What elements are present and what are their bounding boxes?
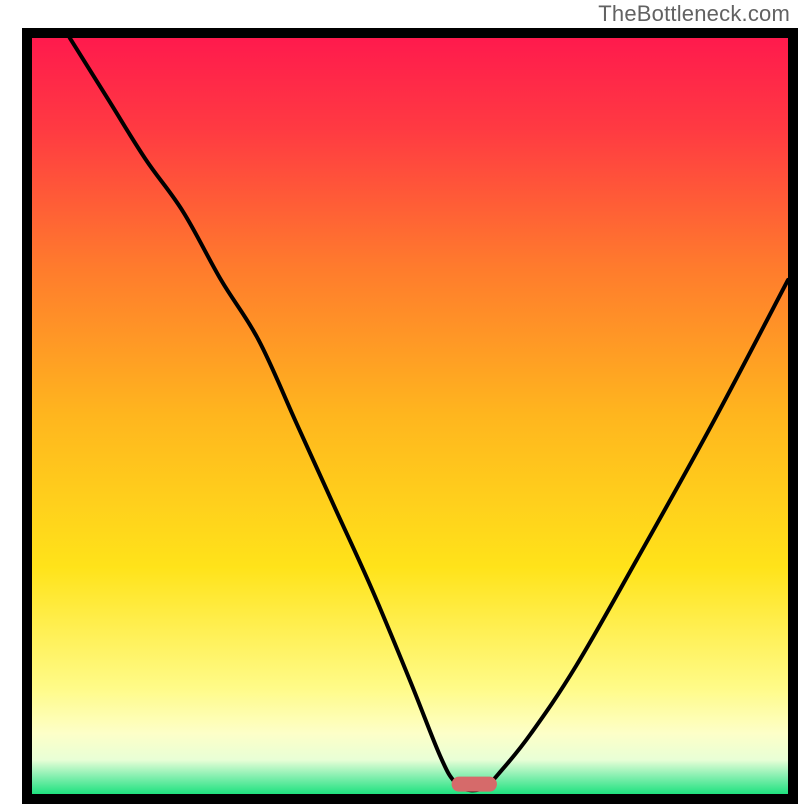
plot-frame bbox=[22, 28, 798, 804]
attribution-text: TheBottleneck.com bbox=[598, 1, 790, 27]
bottleneck-chart bbox=[32, 38, 788, 794]
optimal-range-marker bbox=[452, 777, 497, 792]
